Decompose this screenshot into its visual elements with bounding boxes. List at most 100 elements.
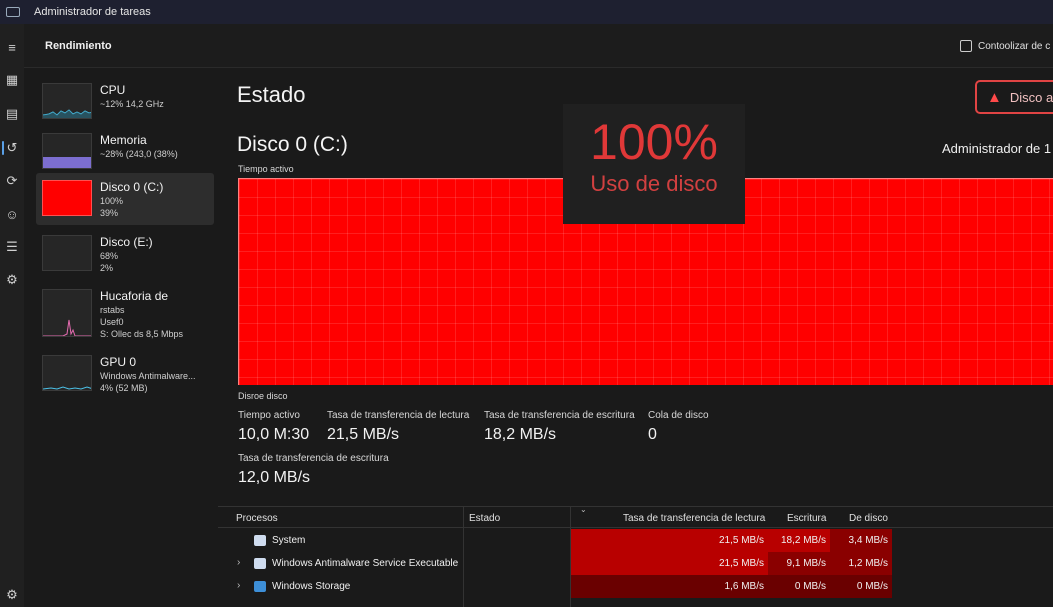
device-stat: 2% — [100, 263, 114, 273]
users-icon[interactable]: ☺ — [0, 203, 24, 225]
task-manager-icon — [6, 7, 20, 17]
nav-rail: ≡ ▦ ▤ ↺ ⟳ ☺ ☰ ⚙ ⚙ — [0, 24, 24, 607]
storage-process-icon — [254, 581, 266, 592]
disk-usage-label: Uso de disco — [590, 171, 718, 196]
customize-label: Contoolizar de c — [978, 40, 1051, 52]
disk-cell: 3,4 MB/s — [830, 529, 892, 552]
alert-label: Disco a — [1009, 89, 1053, 105]
disk-usage-overlay: 100% Uso de disco — [563, 104, 745, 224]
stat-write-rate-2: Tasa de transferencia de escritura 12,0 … — [238, 453, 389, 487]
device-cpu[interactable]: CPU ~12% 14,2 GHz — [36, 76, 214, 128]
antimalware-process-icon — [254, 558, 266, 569]
disk-0-thumbnail — [42, 180, 92, 216]
cpu-thumbnail — [42, 83, 92, 119]
expand-chevron-icon[interactable]: › — [237, 580, 240, 591]
table-row[interactable]: System 21,5 MB/s 18,2 MB/s 3,4 MB/s — [218, 529, 1053, 552]
section-title: Estado — [237, 82, 306, 107]
stat-value: 10,0 M:30 — [238, 426, 310, 443]
table-row[interactable]: › Windows Antimalware Service Executable… — [218, 552, 1053, 575]
device-stat: 68% — [100, 251, 119, 261]
read-cell: 21,5 MB/s — [570, 552, 768, 575]
device-stat: rstabs — [100, 305, 125, 315]
device-name: Disco 0 (C:) — [100, 180, 164, 194]
device-stat: ~12% 14,2 GHz — [100, 99, 164, 109]
disk-usage-value: 100% — [590, 114, 718, 170]
disk-title: Disco 0 (C:) — [237, 133, 348, 156]
device-stat: ~28% (243,0 (38%) — [100, 149, 178, 159]
app-history-icon[interactable]: ↺ — [0, 137, 24, 159]
write-cell: 0 MB/s — [768, 575, 830, 598]
customize-button[interactable]: Contoolizar de c — [960, 40, 1050, 52]
stat-value: 21,5 MB/s — [327, 426, 400, 443]
device-network[interactable]: Hucaforia de rstabs Usef0 S: Ollec ds 8,… — [36, 282, 214, 344]
disk-model: Administrador de 1 — [942, 141, 1052, 156]
device-gpu[interactable]: GPU 0 Windows Antimalware... 4% (52 MB) — [36, 348, 214, 400]
column-divider — [570, 506, 571, 607]
network-thumbnail — [42, 289, 92, 337]
device-name: Memoria — [100, 133, 147, 147]
stat-value: 12,0 MB/s — [238, 469, 311, 486]
window-title: Administrador de tareas — [34, 6, 151, 18]
write-cell: 18,2 MB/s — [768, 529, 830, 552]
memory-thumbnail — [42, 133, 92, 169]
stat-value: 18,2 MB/s — [484, 426, 557, 443]
process-name: Windows Storage — [272, 581, 351, 592]
table-header: Procesos Estado ⌄ Tasa de transferencia … — [218, 505, 1053, 528]
device-stat: Windows Antimalware... — [100, 371, 196, 381]
stat-label: Tasa de transferencia de escritura — [238, 453, 389, 464]
device-stat: 4% (52 MB) — [100, 383, 148, 393]
performance-icon[interactable]: ▤ — [0, 103, 24, 125]
col-read-rate[interactable]: Tasa de transferencia de lectura — [623, 513, 765, 524]
graph-bottom-label: Disroe disco — [238, 391, 288, 401]
stat-label: Tasa de transferencia de escritura — [484, 410, 635, 421]
device-disk-0[interactable]: Disco 0 (C:) 100% 39% — [36, 173, 214, 225]
disk-cell: 0 MB/s — [830, 575, 892, 598]
col-write[interactable]: Escritura — [787, 513, 826, 524]
gpu-thumbnail — [42, 355, 92, 391]
stat-write-rate: Tasa de transferencia de escritura 18,2 … — [484, 410, 635, 444]
device-name: Hucaforia de — [100, 289, 169, 303]
device-memory[interactable]: Memoria ~28% (243,0 (38%) — [36, 126, 214, 178]
details-icon[interactable]: ☰ — [0, 236, 24, 258]
startup-apps-icon[interactable]: ⟳ — [0, 170, 24, 192]
column-divider — [463, 506, 464, 607]
system-process-icon — [254, 535, 266, 546]
page-title: Rendimiento — [45, 40, 112, 52]
write-cell: 9,1 MB/s — [768, 552, 830, 575]
stat-label: Cola de disco — [648, 410, 709, 421]
device-name: GPU 0 — [100, 355, 137, 369]
hamburger-menu-icon[interactable]: ≡ — [0, 36, 24, 58]
device-stat: 39% — [100, 208, 119, 218]
graph-label: Tiempo activo — [238, 164, 294, 174]
disk-alert-button[interactable]: ▲ Disco a — [975, 80, 1053, 114]
device-name: Disco (E:) — [100, 235, 153, 249]
process-name: System — [272, 535, 306, 546]
device-stat: 100% — [100, 196, 124, 206]
process-name: Windows Antimalware Service Executable — [272, 558, 459, 569]
col-disk[interactable]: De disco — [849, 513, 888, 524]
services-icon[interactable]: ⚙ — [0, 269, 24, 291]
stat-queue: Cola de disco 0 — [648, 410, 709, 444]
sort-chevron-icon[interactable]: ⌄ — [580, 505, 587, 514]
col-status[interactable]: Estado — [469, 513, 500, 524]
disk-e-thumbnail — [42, 235, 92, 271]
stat-label: Tasa de transferencia de lectura — [327, 410, 470, 421]
warning-icon: ▲ — [987, 88, 1002, 106]
stat-active-time: Tiempo activo 10,0 M:30 — [238, 410, 309, 444]
disk-cell: 1,2 MB/s — [830, 552, 892, 575]
device-stat: Usef0 — [100, 317, 124, 327]
col-processes[interactable]: Procesos — [236, 513, 278, 524]
device-stat: S: Ollec ds 8,5 Mbps — [100, 329, 184, 339]
stat-label: Tiempo activo — [238, 410, 300, 421]
stat-value: 0 — [648, 426, 657, 443]
main-panel: Estado ▲ Disco a Disco 0 (C:) Administra… — [218, 68, 1053, 607]
device-disk-e[interactable]: Disco (E:) 68% 2% — [36, 228, 214, 280]
expand-chevron-icon[interactable]: › — [237, 557, 240, 568]
table-row[interactable]: › Windows Storage 1,6 MB/s 0 MB/s 0 MB/s — [218, 575, 1053, 598]
settings-icon[interactable]: ⚙ — [0, 584, 24, 606]
read-cell: 1,6 MB/s — [570, 575, 768, 598]
page-header: Rendimiento Contoolizar de c — [24, 24, 1053, 68]
title-bar: Administrador de tareas — [0, 0, 1053, 24]
processes-icon[interactable]: ▦ — [0, 69, 24, 91]
stat-read-rate: Tasa de transferencia de lectura 21,5 MB… — [327, 410, 469, 444]
